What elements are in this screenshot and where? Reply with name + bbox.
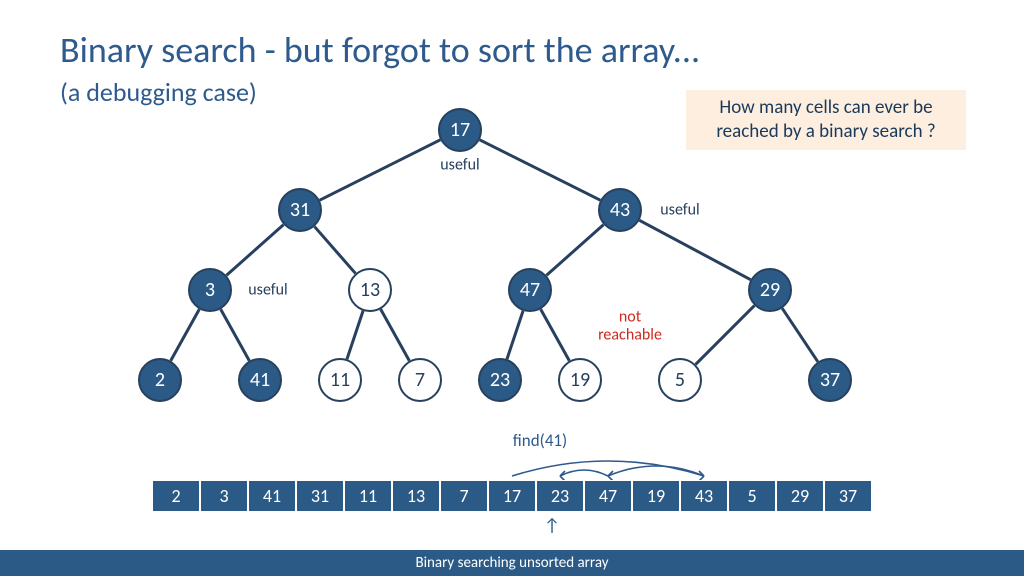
pointer-arrow-icon: ↑ <box>544 514 560 536</box>
array-cell: 17 <box>488 480 536 512</box>
array-cell: 23 <box>536 480 584 512</box>
array-cell: 5 <box>728 480 776 512</box>
label-not-reachable: not reachable <box>598 308 662 343</box>
array-row: 23413111137172347194352937 <box>152 480 872 512</box>
array-cell: 2 <box>152 480 200 512</box>
label-useful-3: useful <box>248 281 287 300</box>
array-cell: 11 <box>344 480 392 512</box>
footer-bar: Binary searching unsorted array <box>0 550 1024 576</box>
array-cell: 29 <box>776 480 824 512</box>
array-cell: 13 <box>392 480 440 512</box>
label-useful-root: useful <box>440 156 479 175</box>
array-cell: 43 <box>680 480 728 512</box>
array-cell: 19 <box>632 480 680 512</box>
array-cell: 7 <box>440 480 488 512</box>
array-cell: 31 <box>296 480 344 512</box>
label-useful-43: useful <box>660 201 699 220</box>
footer-text: Binary searching unsorted array <box>415 554 608 572</box>
array-cell: 47 <box>584 480 632 512</box>
find-label: find(41) <box>513 430 567 451</box>
array-cell: 41 <box>248 480 296 512</box>
array-cell: 3 <box>200 480 248 512</box>
array-cell: 37 <box>824 480 872 512</box>
